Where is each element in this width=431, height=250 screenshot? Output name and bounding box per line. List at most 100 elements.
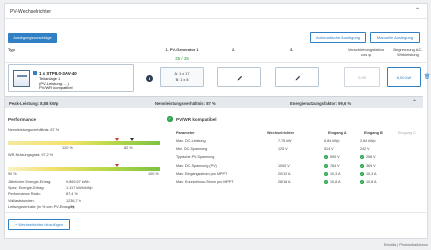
compat-title: PV/WR kompatibel <box>176 117 217 122</box>
compat-a-value: 514 V <box>324 147 334 151</box>
pencil-icon <box>237 75 243 81</box>
add-inverter-button[interactable]: + Wechselrichter hinzufügen <box>8 219 70 230</box>
compat-param-text: Max. Eingangsstrom pro MPPT <box>176 171 228 176</box>
compat-a-value: ✓ 10,8 A <box>324 180 341 185</box>
check-circle-icon: ✓ <box>360 180 364 185</box>
compat-wr-value: 28/18 A <box>278 180 291 184</box>
compat-b-value: 2,84 kWp <box>360 139 376 143</box>
compat-wr-value: 20/12 A <box>278 172 291 176</box>
gauge2-end-label: 100 % <box>148 172 159 176</box>
suggestions-button[interactable]: Auslegungsvorschläge <box>8 33 57 43</box>
panel-title: PV-Wechselrichter <box>10 9 52 15</box>
performance-stat-value: 1.117 kWh/kWp <box>66 186 93 191</box>
compat-a-value-text: 10,3 A <box>330 171 341 176</box>
compat-col-a: Eingang A <box>328 131 347 135</box>
performance-stat-label: Volllaststunden: <box>8 198 35 203</box>
nenn-gauge <box>8 141 160 145</box>
pv-module-count: 35 / 35 <box>175 56 189 61</box>
performance-stat-value: --- % <box>66 204 75 209</box>
check-circle-icon: ✓ <box>324 155 328 160</box>
check-circle-icon: ✓ <box>167 116 173 122</box>
compat-wr-value: 1000 V <box>278 164 290 168</box>
select-checkbox[interactable] <box>33 71 37 75</box>
compat-b-value: 242 V <box>360 147 370 151</box>
summary-energie: Energienutzungsfaktor: 99,6 % <box>290 100 352 106</box>
check-circle-icon: ✓ <box>360 171 364 176</box>
compat-param: Min. DC-Spannung <box>176 147 207 151</box>
nenn-label: Nennleistungsverhältnis: 87 % <box>8 128 60 132</box>
compat-param-text: Min. DC-Spannung <box>176 147 208 152</box>
gauge1-start-label: 120 % <box>62 146 73 150</box>
compat-param-text: Max. Kurzschluss-Strom pro MPPT <box>176 180 234 184</box>
performance-stat-label: Spez. Energie-Ertrag: <box>8 186 45 191</box>
wr-label: WR-Nutzungsgrad: 97,2 % <box>8 153 54 157</box>
compat-a-value-text: 784 V <box>330 163 340 168</box>
info-icon[interactable]: i <box>146 75 153 82</box>
check-circle-icon: ✓ <box>360 163 364 168</box>
ac-limit-input[interactable]: 8,00 kW <box>387 67 421 87</box>
pv-generator-1-box[interactable]: A: 1 x 17 B: 1 x 8 <box>160 67 204 87</box>
compat-col-c: Eingang C <box>398 131 416 135</box>
compat-col-b: Eingang B <box>364 131 383 135</box>
manual-design-button[interactable]: Manuelle Auslegung <box>370 32 420 43</box>
chevron-up-icon[interactable]: ⌃ <box>415 8 420 14</box>
compat-b-value-text: 10,3 A <box>366 171 377 176</box>
compat-param: Max. DC-Spannung (PV) <box>176 164 217 168</box>
compat-a-value: 6,84 kWp <box>324 139 340 143</box>
compat-wr-value-text: 7,75 kW <box>278 139 292 143</box>
faktor-sub: cos φ <box>361 52 371 57</box>
compat-wr-value-text: 28/18 A <box>278 180 291 184</box>
summary-peak: Peak-Leistung: 8,88 kWp <box>9 100 59 106</box>
compat-col-param: Parameter <box>176 131 195 135</box>
compat-a-value-text: 514 V <box>324 147 334 152</box>
compat-param: Max. Kurzschluss-Strom pro MPPT <box>176 180 234 184</box>
compat-param-text: Typische PV-Spannung <box>176 155 215 160</box>
pv-string-a: A: 1 x 17 <box>174 72 190 76</box>
wr-gauge <box>8 167 160 171</box>
summary-bar[interactable]: Peak-Leistung: 8,88 kWp Nennleistungsver… <box>5 96 423 108</box>
check-circle-icon: ✓ <box>324 163 328 168</box>
compat-b-value-text: 369 V <box>366 163 376 168</box>
compat-col-wr: Wechselrichter <box>267 131 295 135</box>
auto-design-button[interactable]: Automatische Auslegung <box>310 32 366 43</box>
compat-b-value: ✓ 369 V <box>360 164 376 168</box>
pv-string-b: B: 1 x 8 <box>175 78 189 82</box>
compat-b-value: ✓ 10,8 A <box>360 180 376 185</box>
compat-wr-value-text: 125 V <box>278 147 288 152</box>
edit-pv2-button[interactable] <box>217 67 261 87</box>
inverter-image <box>13 70 30 87</box>
compat-wr-value: 7,75 kW <box>278 139 292 143</box>
divider <box>5 212 426 213</box>
compat-wr-value-text: 1000 V <box>278 163 290 168</box>
performance-title: Performance <box>8 117 37 122</box>
divider <box>5 62 426 63</box>
edit-pv3-button[interactable] <box>275 67 319 87</box>
col-header-pv1: 1. PV-Generator 1 <box>165 47 199 52</box>
panel-header[interactable]: PV-Wechselrichter ⌃ <box>5 4 427 19</box>
add-inverter-label: Wechselrichter hinzufügen <box>18 223 63 227</box>
compat-a-value-text: 10,8 A <box>330 180 341 184</box>
compat-a-value-text: 6,84 kWp <box>324 139 340 143</box>
compat-param: Max. DC-Leistung <box>176 139 206 143</box>
inverter-card[interactable]: 1 x STP8.0-3AV-40 Teilanlage 1 (PV-Leist… <box>8 64 134 92</box>
summary-nenn: Nennleistungsverhältnis: 87 % <box>155 100 216 106</box>
compat-param-text: Max. DC-Leistung <box>176 139 206 143</box>
compat-b-value-text: 2,84 kWp <box>360 139 376 143</box>
check-circle-icon: ✓ <box>360 155 364 160</box>
col-header-type: Typ <box>8 47 15 52</box>
gauge2-start-label: 90 % <box>8 172 17 176</box>
inverter-compat-note: PV/WR kompatibel <box>39 85 73 90</box>
trash-icon[interactable]: 🗑 <box>424 74 430 80</box>
chevron-up-icon[interactable]: ⌃ <box>412 99 417 106</box>
performance-stat-value: 9.869,57 kWh <box>66 180 90 184</box>
gauge1-marker-label: 82 % <box>124 146 133 150</box>
compat-b-value-text: 242 V <box>360 147 370 152</box>
col-header-faktor: Verschiebungsfaktor cos φ <box>342 47 390 57</box>
performance-stat-label: Jährlicher Energie-Ertrag: <box>8 180 52 184</box>
compat-b-value-text: 258 V <box>366 155 376 160</box>
footer-credit: Einstiks | Photovoltaikforum <box>383 243 428 247</box>
cos-phi-input[interactable]: 0,95 <box>344 67 380 87</box>
compat-wr-value: 125 V <box>278 147 288 151</box>
compat-a-value: ✓ 590 V <box>324 155 340 160</box>
col-header-pv2: 2. <box>232 47 236 52</box>
